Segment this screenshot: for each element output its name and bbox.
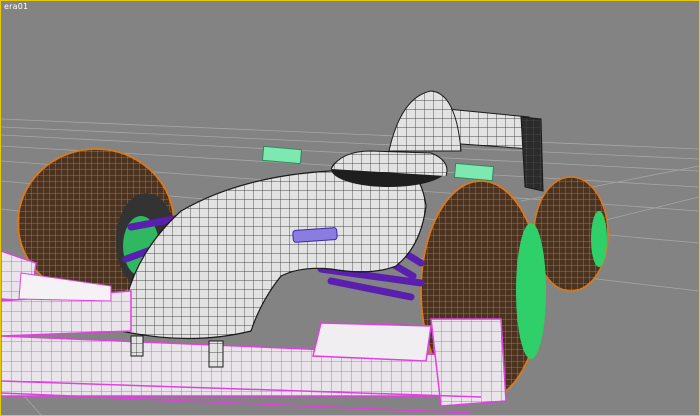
suspension-link: [292, 227, 338, 243]
camera-viewport[interactable]: era01: [0, 0, 700, 416]
airbox: [388, 90, 462, 152]
right-mirror: [453, 162, 495, 182]
viewport-label[interactable]: era01: [4, 2, 28, 11]
3d-scene[interactable]: [1, 1, 699, 415]
cockpit: [330, 150, 448, 187]
left-mirror: [261, 145, 303, 165]
